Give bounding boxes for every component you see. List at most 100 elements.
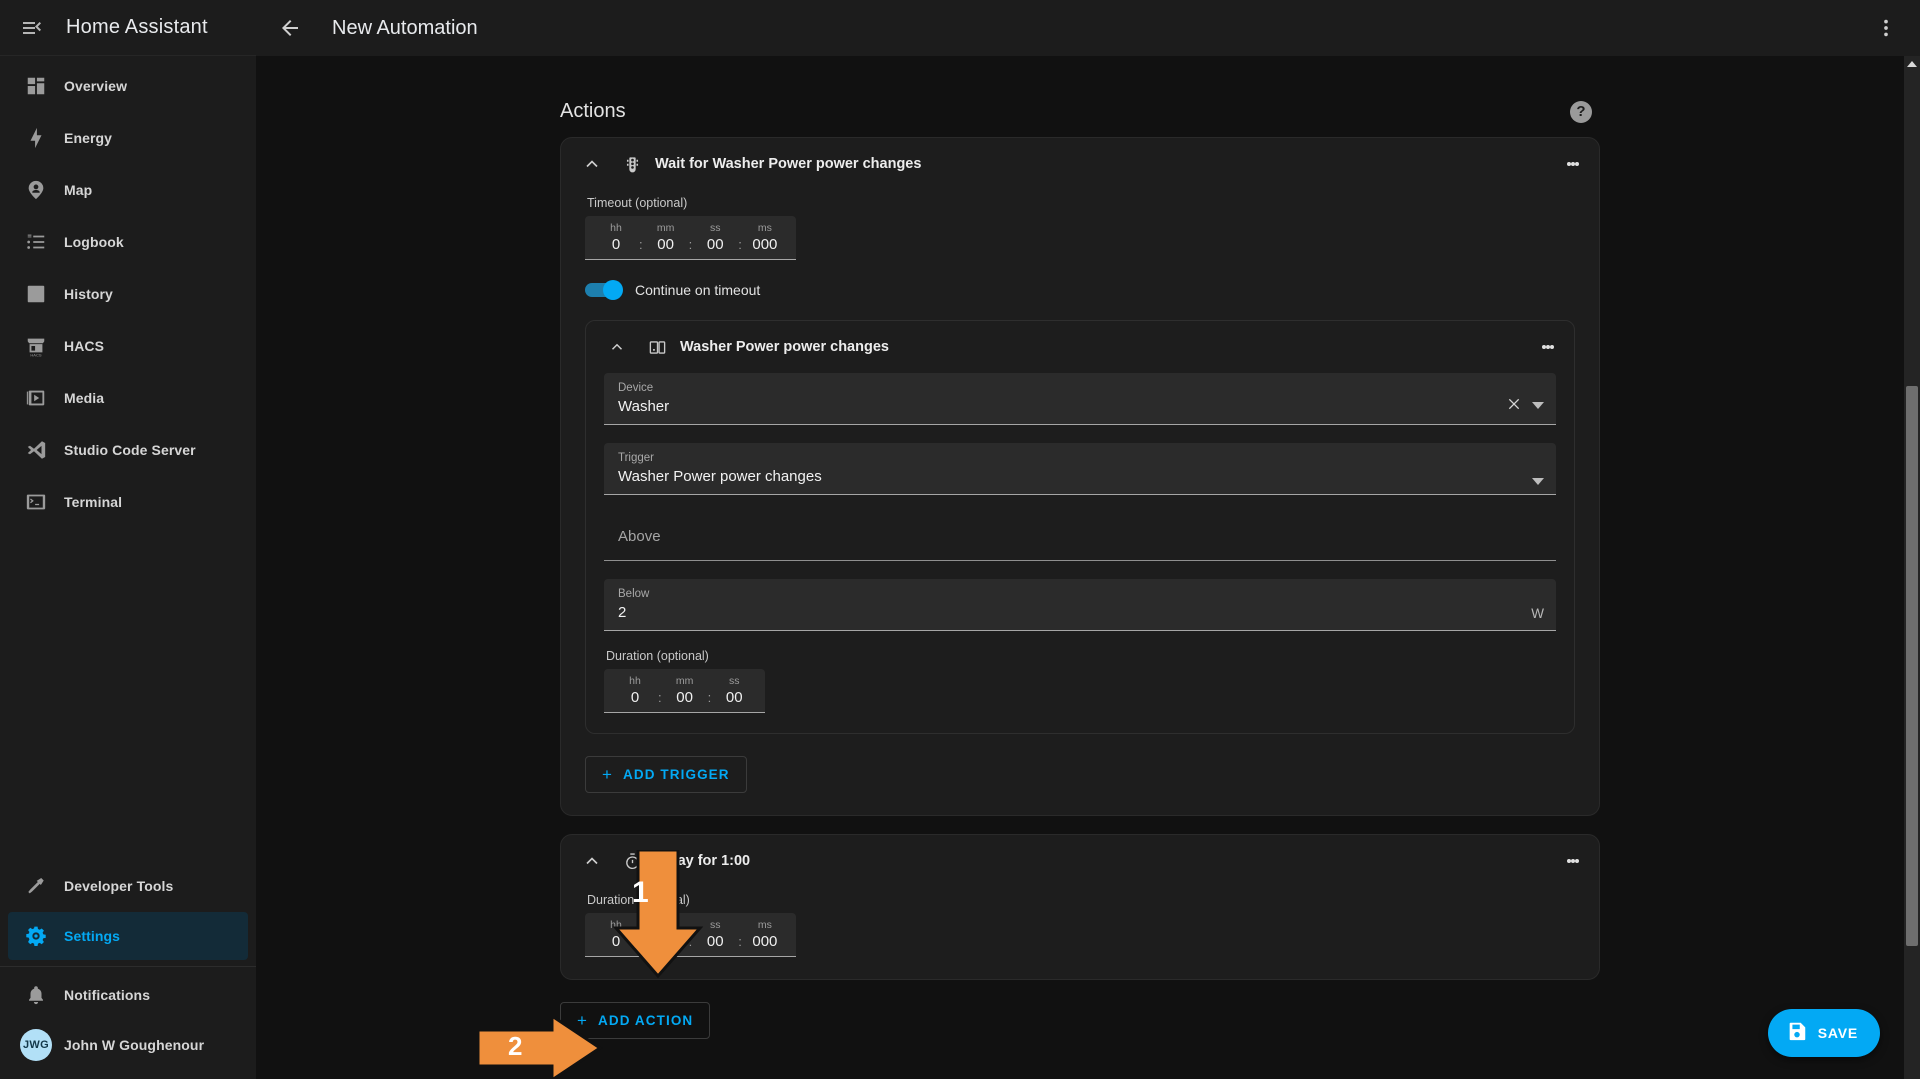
delay-card-body: Duration (optional) hh 0 : mm 01 : ss 00… xyxy=(561,893,1599,979)
sidebar-item-map[interactable]: Map xyxy=(8,166,248,214)
delay-duration-mm-field[interactable]: mm 01 xyxy=(649,919,683,950)
continue-on-timeout-row: Continue on timeout xyxy=(585,280,1575,300)
add-action-button[interactable]: + ADD ACTION xyxy=(560,1002,711,1039)
continue-on-timeout-label: Continue on timeout xyxy=(635,282,761,298)
sidebar-item-settings[interactable]: Settings xyxy=(8,912,248,960)
save-label: SAVE xyxy=(1817,1025,1858,1041)
timeout-ss-value: 00 xyxy=(706,236,724,253)
content-scroll-region: Actions ? Wait for Washer Power power ch… xyxy=(256,56,1920,1079)
delay-duration-mm-value: 01 xyxy=(657,933,674,950)
back-button[interactable] xyxy=(266,4,314,52)
save-button[interactable]: SAVE xyxy=(1767,1009,1880,1057)
device-select[interactable]: Device Washer xyxy=(604,373,1556,425)
console-icon xyxy=(8,491,64,513)
time-separator: : xyxy=(639,934,643,949)
bell-icon xyxy=(8,984,64,1006)
content-save-icon xyxy=(1786,1020,1808,1047)
sidebar-item-label: Notifications xyxy=(64,987,151,1003)
sidebar-item-overview[interactable]: Overview xyxy=(8,62,248,110)
sidebar-title: Home Assistant xyxy=(66,16,208,38)
sidebar-item-media[interactable]: Media xyxy=(8,374,248,422)
wait-card-title: Wait for Washer Power power changes xyxy=(655,156,922,172)
below-field-label: Below xyxy=(618,588,650,600)
chevron-down-icon[interactable] xyxy=(1532,402,1544,409)
above-input[interactable]: Above xyxy=(604,513,1556,561)
timeout-ss-field[interactable]: ss 00 xyxy=(698,222,732,253)
trigger-select[interactable]: Trigger Washer Power power changes xyxy=(604,443,1556,495)
sidebar-item-label: HACS xyxy=(64,338,105,354)
vertical-scrollbar[interactable] xyxy=(1904,56,1920,1079)
trigger-card-title: Washer Power power changes xyxy=(680,339,889,355)
actions-scroll-area: Actions ? Wait for Washer Power power ch… xyxy=(256,56,1904,1079)
sidebar-item-history[interactable]: History xyxy=(8,270,248,318)
sidebar-item-terminal[interactable]: Terminal xyxy=(8,478,248,526)
chevron-down-icon[interactable] xyxy=(1532,478,1544,485)
below-unit-suffix: W xyxy=(1531,606,1544,621)
sidebar-item-user[interactable]: JWG John W Goughenour xyxy=(8,1021,248,1069)
close-icon[interactable] xyxy=(1506,396,1522,415)
time-separator: : xyxy=(688,934,693,949)
delay-duration-ss-value: 00 xyxy=(706,933,724,950)
sidebar-item-studio-code-server[interactable]: Studio Code Server xyxy=(8,426,248,474)
timeout-hh-field[interactable]: hh 0 xyxy=(599,222,633,253)
sidebar-item-energy[interactable]: Energy xyxy=(8,114,248,162)
sidebar-item-hacs[interactable]: HACS HACS xyxy=(8,322,248,370)
wait-for-trigger-card: Wait for Washer Power power changes Time… xyxy=(560,137,1600,816)
trigger-duration-input[interactable]: hh 0 : mm 00 : ss 00 xyxy=(604,669,766,713)
sidebar-header: Home Assistant xyxy=(0,0,256,56)
wait-card-overflow-menu[interactable] xyxy=(1553,144,1593,184)
trigger-duration-mm-caption: mm xyxy=(675,675,694,687)
delay-duration-ms-field[interactable]: ms 000 xyxy=(748,919,782,950)
actions-section-header: Actions ? xyxy=(560,56,1600,137)
chevron-up-icon[interactable] xyxy=(600,330,634,364)
sidebar-item-label: Developer Tools xyxy=(64,878,174,894)
triangle-up-icon[interactable] xyxy=(1904,56,1920,72)
timeout-duration-input[interactable]: hh 0 : mm 00 : ss 00: ms 000 xyxy=(585,216,796,260)
help-circle-icon[interactable]: ? xyxy=(1570,100,1592,123)
format-list-icon xyxy=(8,231,64,253)
plus-icon: + xyxy=(602,765,614,784)
below-input[interactable]: Below 2 W xyxy=(604,579,1556,631)
delay-duration-ss-caption: ss xyxy=(710,919,721,931)
timeout-hh-value: 0 xyxy=(611,236,621,253)
sidebar-item-label: Overview xyxy=(64,78,128,94)
delay-duration-ss-field[interactable]: ss 00 xyxy=(698,919,732,950)
chevron-up-icon[interactable] xyxy=(575,844,609,878)
trigger-duration-ss-field[interactable]: ss 00 xyxy=(717,675,751,706)
trigger-duration-hh-field[interactable]: hh 0 xyxy=(618,675,652,706)
traffic-light-icon xyxy=(619,155,645,174)
view-dashboard-icon xyxy=(8,75,64,97)
timeout-label: Timeout (optional) xyxy=(587,196,688,210)
svg-text:HACS: HACS xyxy=(30,352,41,357)
delay-duration-hh-value: 0 xyxy=(611,933,621,950)
above-placeholder: Above xyxy=(618,528,661,545)
trigger-card-overflow-menu[interactable] xyxy=(1528,327,1568,367)
lightning-bolt-icon xyxy=(8,127,64,149)
delay-duration-ms-caption: ms xyxy=(757,919,772,931)
section-title: Actions xyxy=(560,100,626,122)
trigger-duration-mm-field[interactable]: mm 00 xyxy=(668,675,702,706)
top-app-bar: New Automation xyxy=(256,0,1920,56)
menu-collapse-icon[interactable] xyxy=(8,4,56,52)
below-field-value: 2 xyxy=(618,604,627,621)
chevron-up-icon[interactable] xyxy=(575,147,609,181)
delay-duration-input[interactable]: hh 0 : mm 01 : ss 00: ms 000 xyxy=(585,913,796,957)
timeout-ms-field[interactable]: ms 000 xyxy=(748,222,782,253)
timeout-ss-caption: ss xyxy=(710,222,721,234)
delay-duration-hh-field[interactable]: hh 0 xyxy=(599,919,633,950)
sidebar-item-logbook[interactable]: Logbook xyxy=(8,218,248,266)
sidebar-item-label: Settings xyxy=(64,928,121,944)
timeout-mm-field[interactable]: mm 00 xyxy=(649,222,683,253)
continue-on-timeout-toggle[interactable] xyxy=(585,280,623,300)
overflow-menu-button[interactable] xyxy=(1862,4,1910,52)
trigger-field-value: Washer Power power changes xyxy=(618,468,822,485)
trigger-card-body: Device Washer Trigger Washer Power power… xyxy=(586,373,1574,733)
scrollbar-thumb[interactable] xyxy=(1906,386,1918,946)
delay-card-overflow-menu[interactable] xyxy=(1553,841,1593,881)
sidebar-item-developer-tools[interactable]: Developer Tools xyxy=(8,862,248,910)
add-trigger-button[interactable]: + ADD TRIGGER xyxy=(585,756,747,793)
trigger-duration-hh-caption: hh xyxy=(629,675,641,687)
map-marker-icon xyxy=(8,179,64,201)
sidebar-item-notifications[interactable]: Notifications xyxy=(8,971,248,1019)
